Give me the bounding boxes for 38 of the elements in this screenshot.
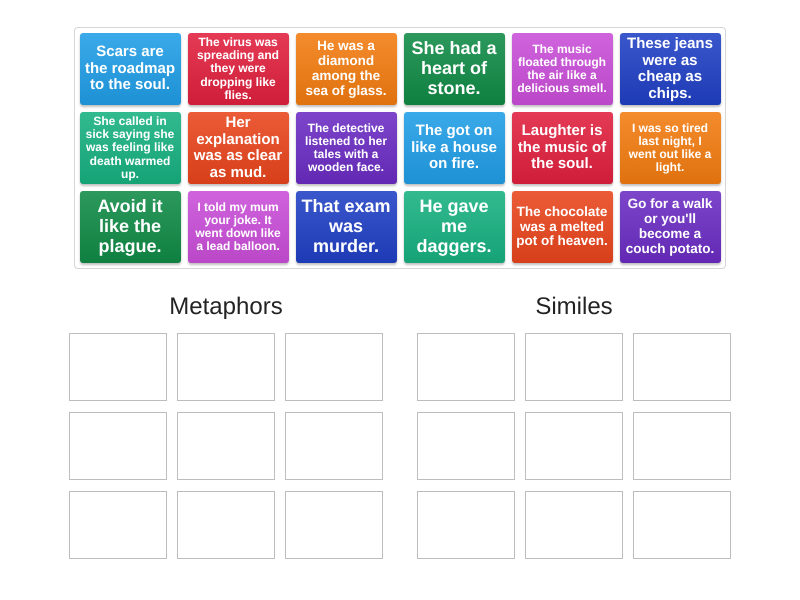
- drop-slot[interactable]: [417, 333, 515, 401]
- draggable-card[interactable]: Her explanation was as clear as mud.: [188, 112, 288, 184]
- draggable-card[interactable]: Scars are the roadmap to the soul.: [80, 33, 180, 105]
- draggable-card[interactable]: She had a heart of stone.: [404, 33, 504, 105]
- drop-slot[interactable]: [285, 412, 383, 480]
- drop-slot[interactable]: [417, 491, 515, 559]
- drop-slot[interactable]: [69, 491, 167, 559]
- draggable-card[interactable]: She called in sick saying she was feeling like death warmed up.: [80, 112, 180, 184]
- draggable-card[interactable]: Laughter is the music of the soul.: [512, 112, 612, 184]
- draggable-card[interactable]: He was a diamond among the sea of glass.: [296, 33, 396, 105]
- draggable-card[interactable]: Avoid it like the plague.: [80, 191, 180, 263]
- drop-slot[interactable]: [525, 491, 623, 559]
- drop-slot[interactable]: [285, 333, 383, 401]
- draggable-card[interactable]: The music floated through the air like a delicious smell.: [512, 33, 612, 105]
- draggable-card[interactable]: I told my mum your joke. It went down like a lead balloon.: [188, 191, 288, 263]
- draggable-card[interactable]: That exam was murder.: [296, 191, 396, 263]
- draggable-card[interactable]: The chocolate was a melted pot of heaven.: [512, 191, 612, 263]
- drop-slot[interactable]: [633, 412, 731, 480]
- drop-slot[interactable]: [177, 412, 275, 480]
- draggable-card[interactable]: Go for a walk or you'll become a couch potato.: [620, 191, 720, 263]
- drop-slot[interactable]: [69, 412, 167, 480]
- drop-slot[interactable]: [177, 491, 275, 559]
- drop-slot[interactable]: [633, 491, 731, 559]
- drop-slot[interactable]: [417, 412, 515, 480]
- group-title: Similes: [535, 293, 613, 321]
- group-title: Metaphors: [169, 293, 283, 321]
- draggable-card[interactable]: I was so tired last night, I went out like a light.: [620, 112, 720, 184]
- draggable-card[interactable]: These jeans were as cheap as chips.: [620, 33, 720, 105]
- drop-slot[interactable]: [69, 333, 167, 401]
- drop-slot[interactable]: [525, 412, 623, 480]
- drop-slot[interactable]: [177, 333, 275, 401]
- drop-slot[interactable]: [285, 491, 383, 559]
- draggable-card[interactable]: The virus was spreading and they were dropping like flies.: [188, 33, 288, 105]
- draggable-card[interactable]: He gave me daggers.: [404, 191, 504, 263]
- drop-slot[interactable]: [633, 333, 731, 401]
- draggable-card[interactable]: The got on like a house on fire.: [404, 112, 504, 184]
- drop-slot[interactable]: [525, 333, 623, 401]
- draggable-card[interactable]: The detective listened to her tales with a wooden face.: [296, 112, 396, 184]
